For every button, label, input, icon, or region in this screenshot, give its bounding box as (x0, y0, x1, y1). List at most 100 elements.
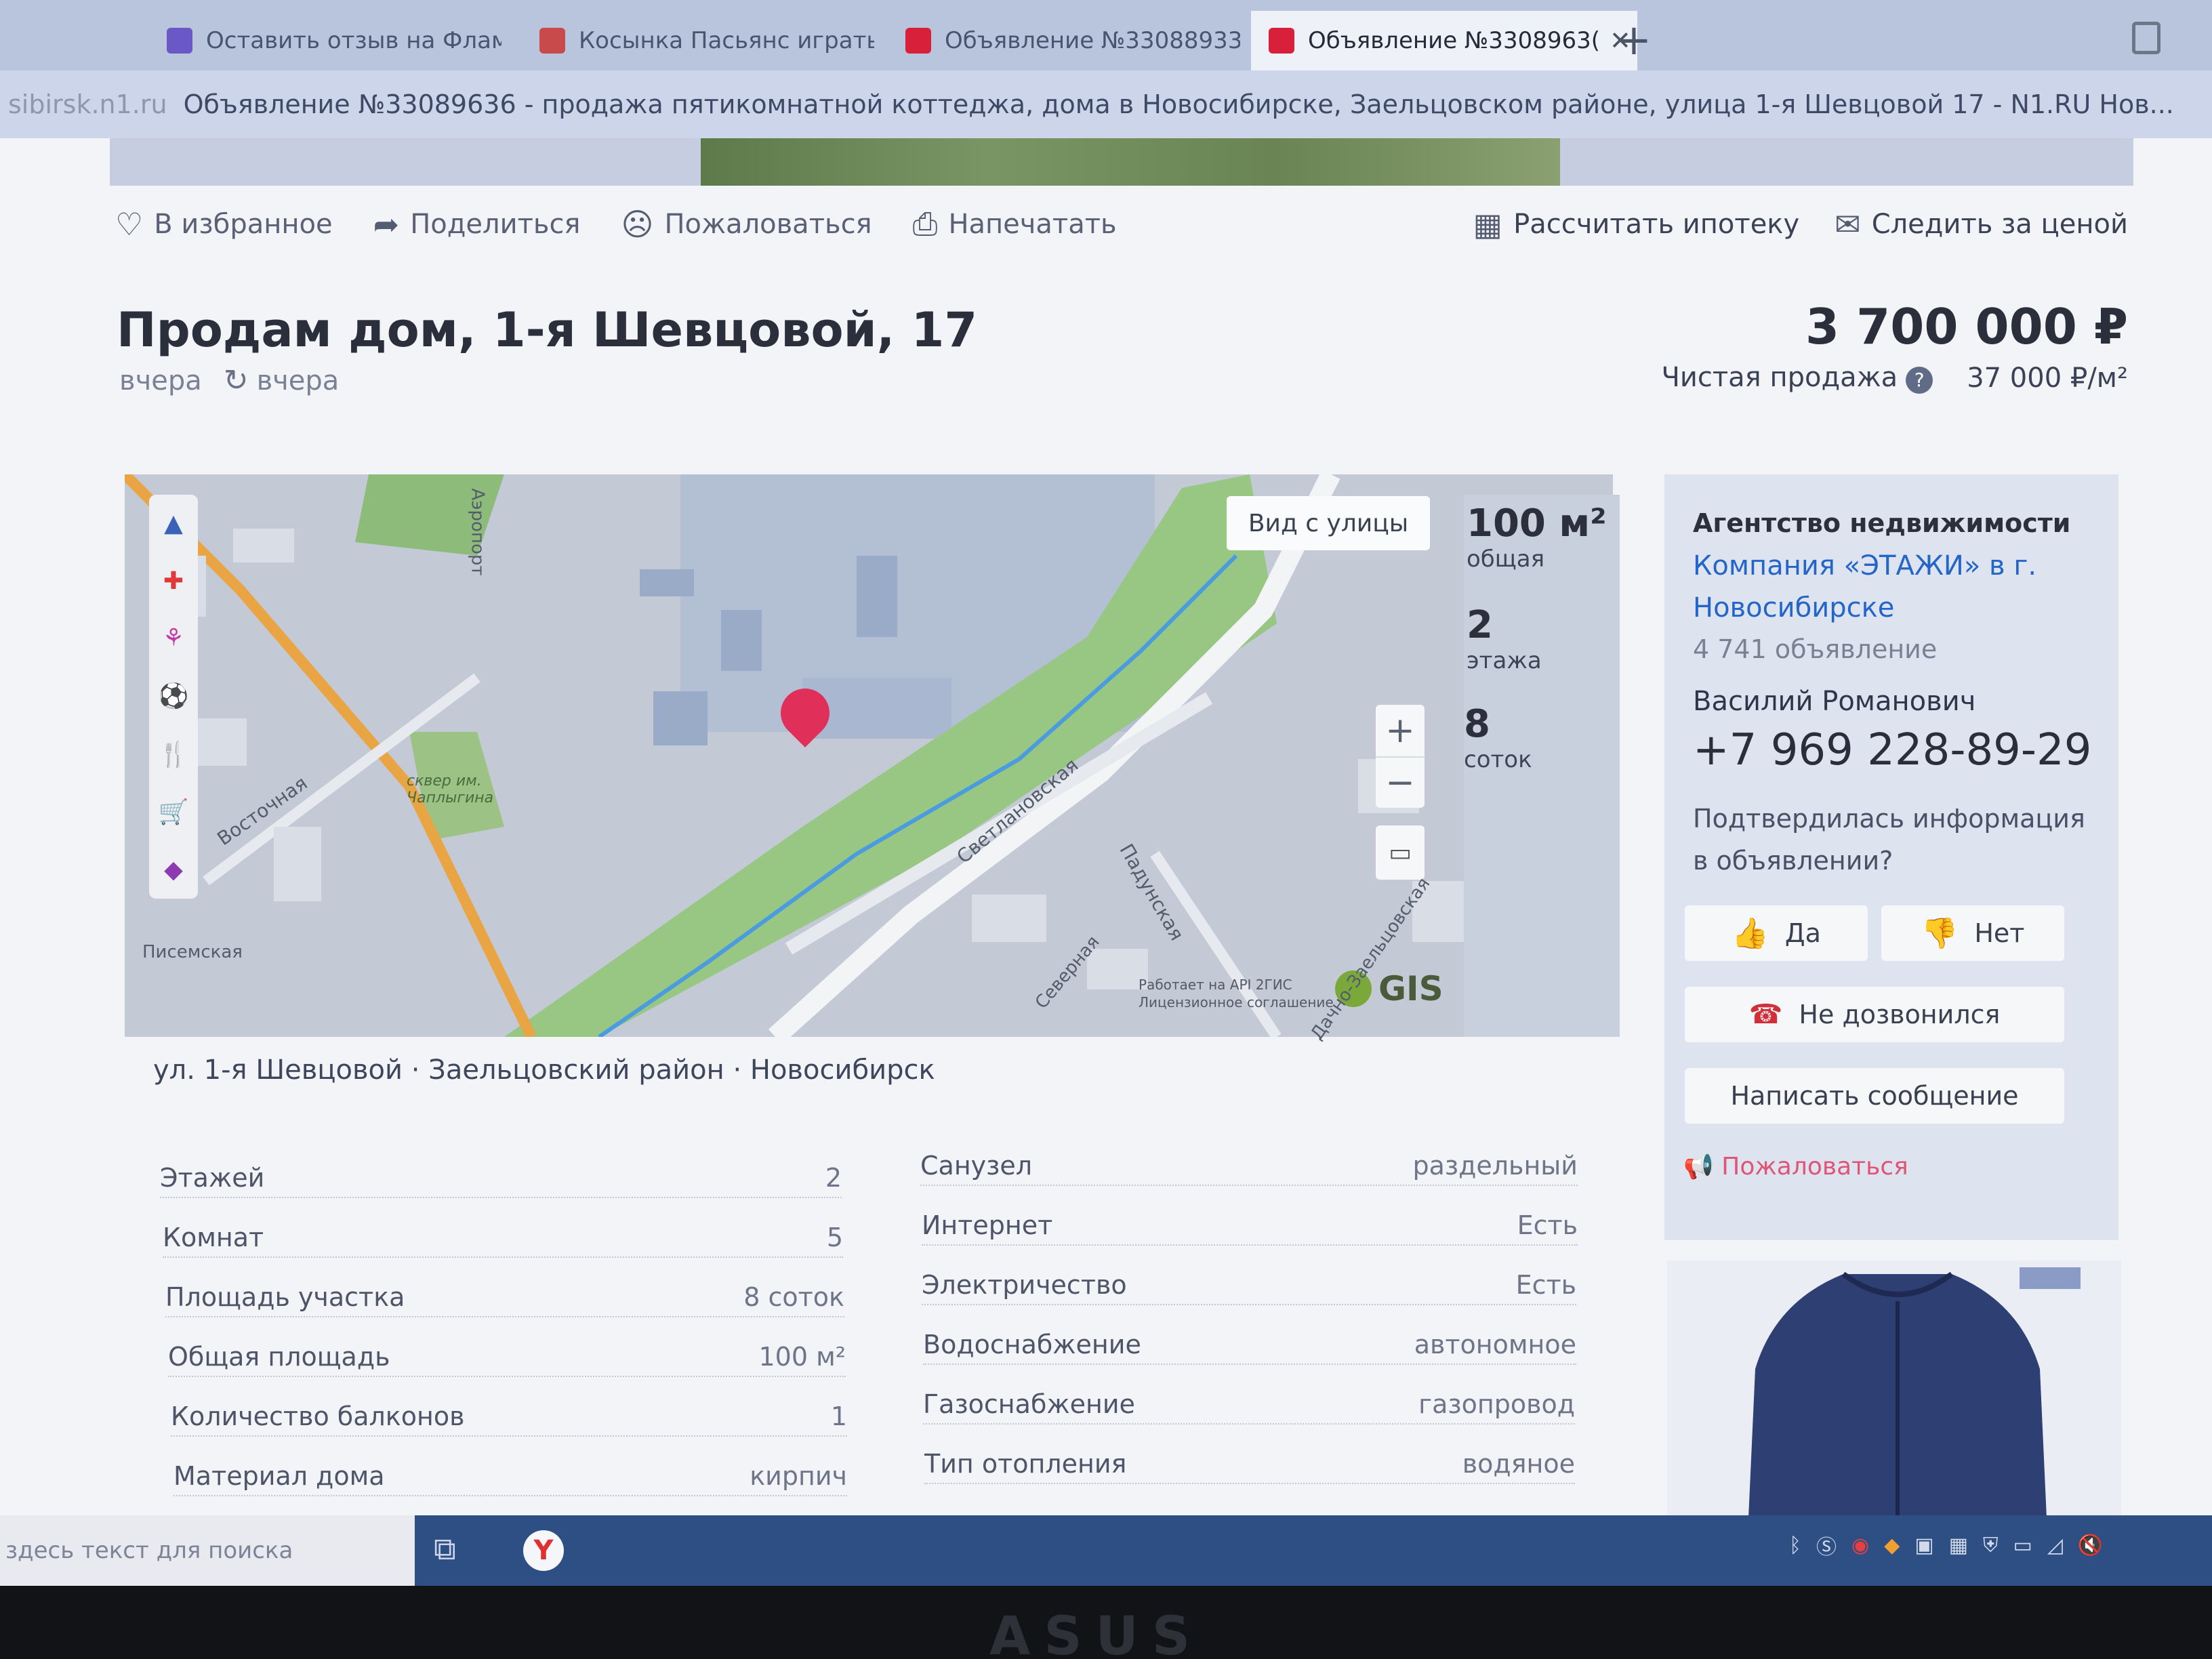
megaphone-icon: 📢 (1683, 1153, 1714, 1181)
mortgage-button[interactable]: ▦ Рассчитать ипотеку (1473, 206, 1799, 243)
spec-row: Санузел раздельный (920, 1151, 1578, 1186)
spec-row: Количество балконов 1 (171, 1401, 847, 1437)
education-icon[interactable]: ▲ (164, 510, 183, 537)
yandex-browser-icon[interactable]: Y (523, 1530, 564, 1571)
tray-app-icon[interactable]: ▦ (1949, 1534, 1968, 1557)
agent-name: Василий Романович (1693, 686, 1976, 717)
asus-logo: ASUS (989, 1606, 1204, 1659)
zoom-in-button[interactable]: + (1376, 705, 1425, 756)
defender-icon[interactable]: ⛨ (1983, 1534, 1999, 1557)
ad-banner[interactable] (1667, 1261, 2121, 1518)
new-tab-plus-icon[interactable]: + (1616, 15, 1652, 64)
favorite-button[interactable]: ♡ В избранное (115, 206, 333, 243)
restaurant-icon[interactable]: 🍴 (159, 740, 189, 769)
share-button[interactable]: ➦ Поделиться (373, 206, 581, 243)
tab-label: Объявление №3308963( (1308, 27, 1600, 54)
spec-label: Электричество (922, 1270, 1127, 1300)
street-view-button[interactable]: Вид с улицы (1227, 496, 1430, 550)
spec-label: Тип отопления (924, 1449, 1127, 1479)
agency-panel: Агентство недвижимости Компания «ЭТАЖИ» … (1664, 474, 2118, 1240)
entertainment-icon[interactable]: ◆ (164, 856, 183, 884)
tab-favicon-icon (167, 28, 192, 54)
tab-favicon-icon (1269, 28, 1294, 54)
tab-listing-active[interactable]: Объявление №3308963( ✕ (1251, 11, 1637, 70)
write-message-button[interactable]: Написать сообщение (1685, 1068, 2064, 1124)
bookmark-icon[interactable] (2132, 22, 2160, 54)
agency-listing-count[interactable]: 4 741 объявление (1693, 634, 1937, 664)
taskbar-search-input[interactable]: здесь текст для поиска (0, 1515, 415, 1586)
stat-land: 8 соток (1464, 702, 1532, 773)
tab-solitaire[interactable]: Косынка Пасьянс играть о... (522, 11, 874, 70)
confirm-yes-button[interactable]: 👍 Да (1685, 905, 1868, 961)
ruler-icon[interactable]: ▭ (1376, 825, 1425, 880)
agency-name-link[interactable]: Компания «ЭТАЖИ» в г. (1693, 550, 2036, 581)
map-layers-toolbar: ▲ ✚ ⚘ ⚽ 🍴 🛒 ◆ (149, 495, 198, 899)
spec-label: Материал дома (173, 1461, 385, 1491)
confirm-question: Подтвердилась информация (1693, 804, 2085, 834)
agent-phone[interactable]: +7 969 228-89-29 (1693, 725, 2091, 775)
medical-icon[interactable]: ✚ (163, 567, 184, 595)
complain-link[interactable]: 📢 Пожаловаться (1683, 1152, 1908, 1181)
tray-app-icon[interactable]: ◉ (1851, 1534, 1869, 1557)
stat-value: 8 (1464, 702, 1490, 746)
zoom-out-button[interactable]: − (1376, 756, 1425, 808)
no-answer-button[interactable]: ☎ Не дозвонился (1685, 987, 2064, 1042)
spec-value: раздельный (1412, 1151, 1578, 1181)
price-per-m2: 37 000 ₽/м² (1967, 362, 2128, 394)
agency-name-link[interactable]: Новосибирске (1693, 592, 1894, 623)
agency-heading: Агентство недвижимости (1693, 508, 2071, 538)
bluetooth-icon[interactable]: ᛒ (1789, 1534, 1801, 1557)
no-label: Нет (1974, 918, 2025, 948)
gallery-photo[interactable] (701, 138, 1560, 186)
kindergarten-icon[interactable]: ⚘ (163, 624, 184, 652)
thumbs-down-icon: 👎 (1921, 916, 1959, 951)
spec-label: Санузел (920, 1151, 1033, 1181)
complain-label: Пожаловаться (1721, 1153, 1908, 1181)
shop-icon[interactable]: 🛒 (159, 798, 189, 826)
network-icon[interactable]: ◿ (2047, 1534, 2063, 1557)
listing-dates: вчера ↻ вчера (119, 363, 339, 398)
battery-icon[interactable]: ▭ (2013, 1534, 2032, 1557)
skype-icon[interactable]: Ⓢ (1816, 1530, 1837, 1560)
question-icon[interactable]: ? (1906, 367, 1933, 394)
gallery-strip (110, 138, 2133, 186)
spec-label: Площадь участка (165, 1282, 405, 1312)
spec-row: Материал дома кирпич (173, 1461, 847, 1496)
map-label-street: Писемская (142, 942, 243, 962)
price-details: Чистая продажа? 37 000 ₽/м² (1661, 362, 2128, 394)
report-button[interactable]: ☹ Пожаловаться (621, 206, 872, 243)
tray-app-icon[interactable]: ▣ (1914, 1534, 1933, 1557)
spec-value: газопровод (1418, 1389, 1575, 1419)
no-answer-label: Не дозвонился (1799, 1000, 2001, 1029)
heart-icon: ♡ (115, 206, 144, 243)
page-title-bar: sibirsk.n1.ru Объявление №33089636 - про… (0, 70, 2212, 138)
task-view-icon[interactable]: ⧉ (434, 1530, 456, 1568)
spec-row: Тип отопления водяное (924, 1449, 1575, 1484)
confirm-question: в объявлении? (1693, 846, 1893, 876)
share-arrow-icon: ➦ (373, 206, 400, 243)
tab-label: Оставить отзыв на Флам... (206, 27, 501, 54)
spec-value: 1 (830, 1401, 847, 1431)
print-button[interactable]: ⎙ Напечатать (913, 205, 1117, 243)
tab-favicon-icon (905, 28, 931, 54)
confirm-no-button[interactable]: 👎 Нет (1881, 905, 2064, 961)
volume-muted-icon[interactable]: 🔇 (2078, 1534, 2103, 1557)
spec-label: Этажей (160, 1163, 265, 1193)
tray-app-icon[interactable]: ◆ (1884, 1534, 1900, 1557)
sale-type-label: Чистая продажа (1661, 362, 1898, 393)
tab-label: Объявление №33088933 - (945, 27, 1240, 54)
tab-feedback[interactable]: Оставить отзыв на Флам... (149, 11, 501, 70)
spec-value: 2 (825, 1163, 842, 1193)
listing-title: Продам дом, 1-я Шевцовой, 17 (117, 302, 978, 358)
stat-label: этажа (1467, 647, 1542, 674)
screen: Оставить отзыв на Флам... Косынка Пасьян… (0, 0, 2212, 1586)
sport-icon[interactable]: ⚽ (159, 682, 189, 710)
spec-row: Газоснабжение газопровод (923, 1389, 1575, 1425)
stat-area: 100 м² общая (1467, 501, 1607, 573)
page-domain: sibirsk.n1.ru (8, 89, 167, 119)
listing-actions: ♡ В избранное ➦ Поделиться ☹ Пожаловатьс… (115, 201, 1132, 248)
spec-value: 5 (826, 1223, 843, 1252)
printer-icon: ⎙ (912, 205, 938, 242)
tab-listing-33088933[interactable]: Объявление №33088933 - (888, 11, 1240, 70)
track-price-button[interactable]: ✉ Следить за ценой (1835, 206, 2128, 243)
